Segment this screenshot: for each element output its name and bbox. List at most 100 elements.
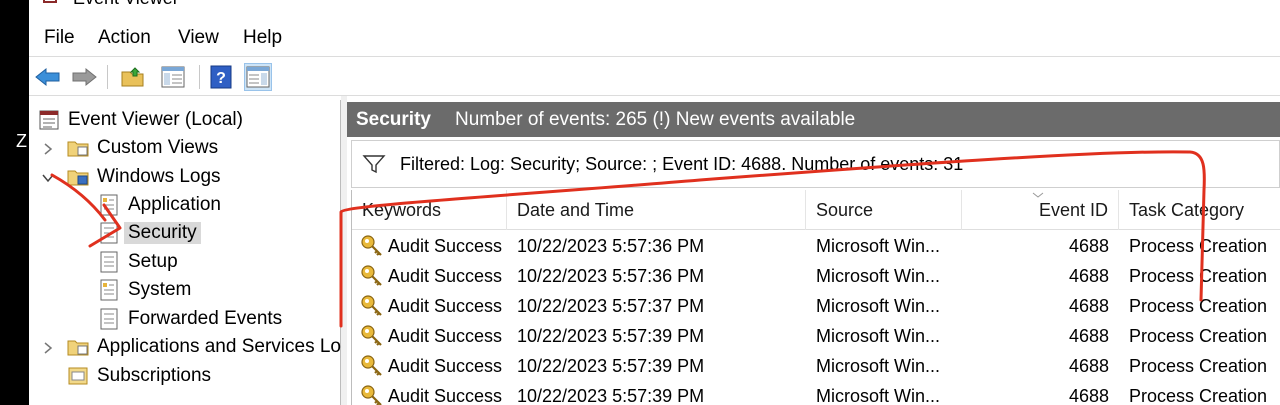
event-viewer-app-icon (43, 0, 57, 3)
filter-icon (362, 155, 386, 174)
back-icon (35, 67, 60, 87)
subscriptions-icon (68, 367, 88, 385)
cell-task-category: Process Creation (1129, 355, 1268, 376)
folder-icon (67, 141, 89, 157)
log-file-icon (100, 194, 118, 216)
key-icon (361, 385, 382, 405)
help-button[interactable]: ? (207, 63, 235, 91)
column-header-keywords[interactable]: Keywords (352, 190, 507, 230)
forward-icon (72, 67, 97, 87)
open-folder-button[interactable] (119, 63, 147, 91)
event-count-info: Number of events: 265 (!) New events ava… (454, 108, 856, 130)
cell-event-id: 4688 (1068, 295, 1109, 316)
table-row[interactable]: Audit Success 10/22/2023 5:57:37 PM Micros… (352, 291, 1280, 321)
column-header-source[interactable]: Source (806, 190, 962, 230)
cell-task-category: Process Creation (1129, 265, 1268, 286)
tree-label: Application (128, 194, 221, 215)
cell-task-category: Process Creation (1129, 385, 1268, 405)
menu-file[interactable]: File (44, 27, 75, 49)
table-row[interactable]: Audit Success 10/22/2023 5:57:36 PM Micros… (352, 231, 1280, 261)
cell-source: Microsoft Win... (816, 385, 941, 405)
tree-label: Setup (128, 251, 178, 272)
chevron-right-icon[interactable] (42, 342, 54, 354)
cell-source: Microsoft Win... (816, 265, 941, 286)
filter-description: Filtered: Log: Security; Source: ; Event… (400, 153, 964, 174)
event-viewer-window: Event Viewer File Action View Help (29, 0, 1280, 405)
cell-keywords: Audit Success (388, 385, 503, 405)
cell-keywords: Audit Success (388, 265, 503, 286)
tree-item-custom-views[interactable]: Custom Views (67, 134, 218, 162)
events-table: Keywords Date and Time Source Event ID T… (351, 190, 1280, 405)
cell-source: Microsoft Win... (816, 235, 941, 256)
menu-help[interactable]: Help (243, 27, 282, 49)
log-view-pane: Security Number of events: 265 (!) New e… (347, 96, 1280, 405)
tree-item-application[interactable]: Application (98, 191, 221, 219)
column-header-date-time[interactable]: Date and Time (507, 190, 806, 230)
tree-item-forwarded-events[interactable]: Forwarded Events (98, 305, 282, 333)
tree-item-setup[interactable]: Setup (98, 248, 178, 276)
tree-label: Forwarded Events (128, 308, 283, 329)
table-row[interactable]: Audit Success 10/22/2023 5:57:39 PM Micros… (352, 321, 1280, 351)
folder-icon (67, 170, 89, 186)
table-row[interactable]: Audit Success 10/22/2023 5:57:39 PM Micros… (352, 381, 1280, 405)
cell-date-time: 10/22/2023 5:57:36 PM (517, 235, 705, 256)
cell-task-category: Process Creation (1129, 235, 1268, 256)
cell-keywords: Audit Success (388, 325, 503, 346)
table-row[interactable]: Audit Success 10/22/2023 5:57:39 PM Micros… (352, 351, 1280, 381)
sort-indicator-icon (1032, 192, 1044, 198)
chevron-down-icon[interactable] (42, 172, 54, 184)
menu-view[interactable]: View (178, 27, 219, 49)
menu-action[interactable]: Action (98, 27, 151, 49)
window-title: Event Viewer (73, 0, 179, 8)
key-icon (361, 295, 382, 316)
tree-label: Windows Logs (97, 166, 221, 187)
filter-bar: Filtered: Log: Security; Source: ; Event… (351, 140, 1280, 188)
cell-date-time: 10/22/2023 5:57:37 PM (517, 295, 705, 316)
tree-item-event-viewer-local[interactable]: Event Viewer (Local) (38, 106, 243, 134)
cell-source: Microsoft Win... (816, 355, 941, 376)
tree-label: System (128, 279, 192, 300)
toolbar: ? (29, 56, 1280, 96)
cell-event-id: 4688 (1068, 265, 1109, 286)
chevron-right-icon[interactable] (42, 143, 54, 155)
show-hide-console-tree-button[interactable] (159, 63, 187, 91)
table-row[interactable]: Audit Success 10/22/2023 5:57:36 PM Micros… (352, 261, 1280, 291)
cell-keywords: Audit Success (388, 355, 503, 376)
cell-event-id: 4688 (1068, 385, 1109, 405)
tree-label: Event Viewer (Local) (68, 109, 243, 130)
help-icon: ? (210, 65, 232, 89)
folder-icon (67, 340, 89, 356)
cell-task-category: Process Creation (1129, 325, 1268, 346)
tree-item-windows-logs[interactable]: Windows Logs (67, 163, 221, 191)
key-icon (361, 265, 382, 286)
cell-date-time: 10/22/2023 5:57:36 PM (517, 265, 705, 286)
background-character: Z (16, 131, 27, 151)
log-file-icon (100, 279, 118, 301)
tree-label: Custom Views (97, 137, 219, 158)
tree-item-subscriptions[interactable]: Subscriptions (67, 362, 211, 390)
key-icon (361, 355, 382, 376)
title-bar: Event Viewer (29, 0, 1280, 12)
column-header-task-category[interactable]: Task Category (1119, 190, 1280, 230)
log-file-icon (100, 251, 118, 273)
table-header: Keywords Date and Time Source Event ID T… (352, 190, 1280, 230)
cell-keywords: Audit Success (388, 235, 503, 256)
tree-label-selected: Security (124, 222, 201, 244)
log-title: Security (356, 108, 431, 130)
event-viewer-icon (39, 110, 59, 130)
tree-item-system[interactable]: System (98, 276, 191, 304)
cell-source: Microsoft Win... (816, 295, 941, 316)
back-button[interactable] (34, 63, 62, 91)
tree-label: Subscriptions (97, 365, 212, 386)
forward-button[interactable] (70, 63, 98, 91)
log-file-icon (100, 308, 118, 330)
tree-item-security[interactable]: Security (98, 219, 201, 247)
cell-event-id: 4688 (1068, 325, 1109, 346)
show-hide-action-pane-button[interactable] (244, 63, 272, 91)
cell-source: Microsoft Win... (816, 325, 941, 346)
log-header: Security Number of events: 265 (!) New e… (347, 102, 1280, 137)
console-tree: Event Viewer (Local) Custom Views Window… (29, 100, 341, 405)
key-icon (361, 325, 382, 346)
tree-item-applications-and-services[interactable]: Applications and Services Lo (67, 333, 341, 361)
log-file-icon (100, 222, 118, 244)
